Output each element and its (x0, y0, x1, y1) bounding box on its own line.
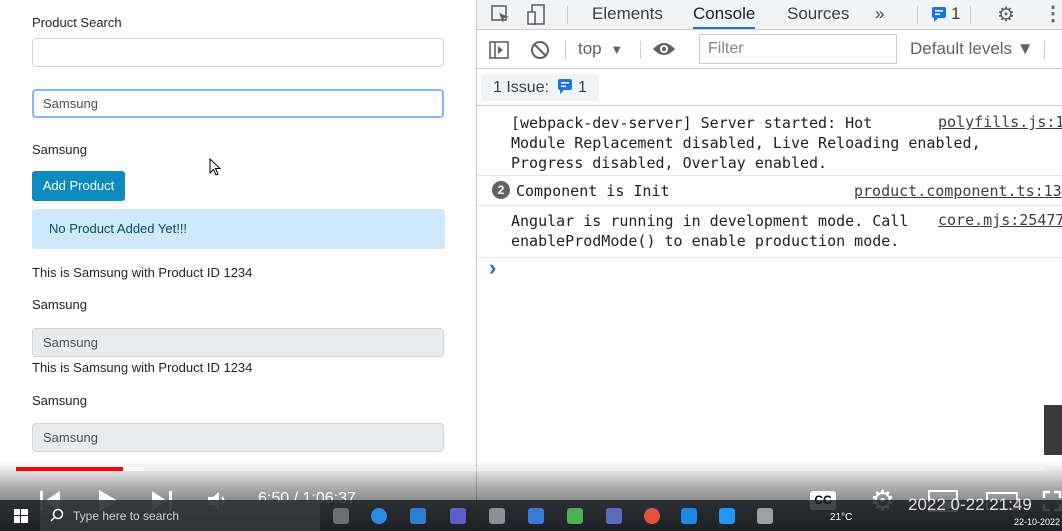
sidebar-toggle-icon[interactable] (489, 41, 509, 59)
message-line: Component is Init (516, 182, 670, 200)
message-line: Angular is running in development mode. … (511, 212, 909, 230)
app-pane: Product Search Samsung Samsung Add Produ… (0, 0, 476, 531)
tab-sources[interactable]: Sources (787, 0, 849, 29)
source-link[interactable]: core.mjs:25477 (938, 211, 1062, 229)
issues-button[interactable]: 1 Issue: 1 (481, 74, 599, 101)
clear-console-icon[interactable] (530, 40, 550, 60)
app-icon[interactable] (606, 508, 622, 524)
product-readonly-input-2[interactable]: Samsung (32, 423, 444, 452)
live-expression-eye-icon[interactable] (652, 41, 676, 57)
console-message: 2 Component is Init product.component.ts… (477, 176, 1062, 206)
product-name-input[interactable]: Samsung (32, 89, 444, 118)
product-name-label: Samsung (32, 297, 87, 312)
search-icon (50, 508, 64, 522)
issue-count: 1 (577, 79, 587, 96)
console-message: Angular is running in development mode. … (477, 206, 1062, 258)
vscode-icon[interactable] (719, 508, 735, 524)
product-name-label-2: Samsung (32, 393, 87, 408)
message-line: enableProdMode() to enable production mo… (511, 232, 900, 250)
store-icon[interactable] (410, 508, 426, 524)
no-product-alert: No Product Added Yet!!! (32, 209, 445, 249)
devtools-tab-bar: Elements Console Sources » 1 ⚙ ⋮ (477, 0, 1062, 30)
source-link[interactable]: product.component.ts:13 (854, 182, 1062, 200)
app-icon[interactable] (489, 508, 505, 524)
zoom-icon[interactable] (681, 508, 697, 524)
edge-browser-icon[interactable] (371, 508, 387, 524)
task-view-icon[interactable] (333, 508, 349, 524)
windows-taskbar: Type here to search 21°C 2022 0-22 21:49… (0, 495, 1062, 531)
progress-played (16, 467, 123, 471)
chevron-down-icon: ▼ (610, 42, 624, 57)
teams-icon[interactable] (450, 508, 466, 524)
message-icon (558, 79, 573, 94)
taskbar-search-placeholder: Type here to search (73, 509, 180, 523)
console-toolbar: top ▼ Filter Default levels ▼ (477, 31, 1062, 69)
product-search-input[interactable] (32, 38, 444, 67)
weather-text: 21°C (830, 512, 853, 523)
issues-label: 1 Issue: (493, 79, 550, 96)
app-icon[interactable] (567, 508, 583, 524)
clock-date: 22-10-2022 (1014, 517, 1061, 527)
tab-elements[interactable]: Elements (592, 0, 663, 29)
repeat-count-badge: 2 (492, 181, 510, 199)
progress-track[interactable] (16, 467, 1046, 471)
tab-console[interactable]: Console (693, 0, 756, 29)
message-line: [webpack-dev-server] Server started: Hot (511, 114, 873, 132)
devtools-panel: Elements Console Sources » 1 ⚙ ⋮ top ▼ F… (476, 0, 1062, 531)
kebab-menu-icon[interactable]: ⋮ (1043, 1, 1062, 26)
app-icon[interactable] (528, 508, 544, 524)
webcam-thumbnail (1044, 405, 1062, 455)
source-link[interactable]: polyfills.js:1 (938, 113, 1062, 131)
windows-start-icon[interactable] (14, 509, 28, 523)
issues-bar: 1 Issue: 1 (477, 70, 1062, 106)
console-prompt-icon[interactable]: › (489, 255, 496, 281)
device-toolbar-icon[interactable] (527, 4, 547, 26)
settings-gear-icon[interactable]: ⚙ (997, 2, 1015, 27)
clock-time: 2022 0-22 21:49 (908, 495, 1032, 514)
inspect-element-icon[interactable] (491, 5, 511, 25)
log-levels-dropdown[interactable]: Default levels ▼ (910, 39, 1034, 59)
context-label: top (578, 39, 602, 58)
more-tabs-icon[interactable]: » (875, 0, 884, 29)
bound-product-text: Samsung (32, 142, 87, 157)
chrome-icon[interactable] (644, 508, 660, 524)
message-icon (932, 7, 946, 22)
app-icon[interactable] (757, 508, 773, 524)
message-line: Progress disabled, Overlay enabled. (511, 154, 828, 172)
product-info-text: This is Samsung with Product ID 1234 (32, 265, 253, 280)
console-filter-input[interactable]: Filter (699, 34, 897, 64)
add-product-button[interactable]: Add Product (32, 171, 125, 201)
context-selector[interactable]: top ▼ (578, 39, 623, 59)
product-search-label: Product Search (32, 15, 122, 30)
taskbar-search-box[interactable]: Type here to search (40, 500, 320, 531)
mouse-cursor-icon (209, 158, 222, 176)
console-message: [webpack-dev-server] Server started: Hot… (477, 106, 1062, 176)
product-info-text-2: This is Samsung with Product ID 1234 (32, 360, 253, 375)
message-line: Module Replacement disabled, Live Reload… (511, 134, 981, 152)
product-readonly-input[interactable]: Samsung (32, 328, 444, 357)
